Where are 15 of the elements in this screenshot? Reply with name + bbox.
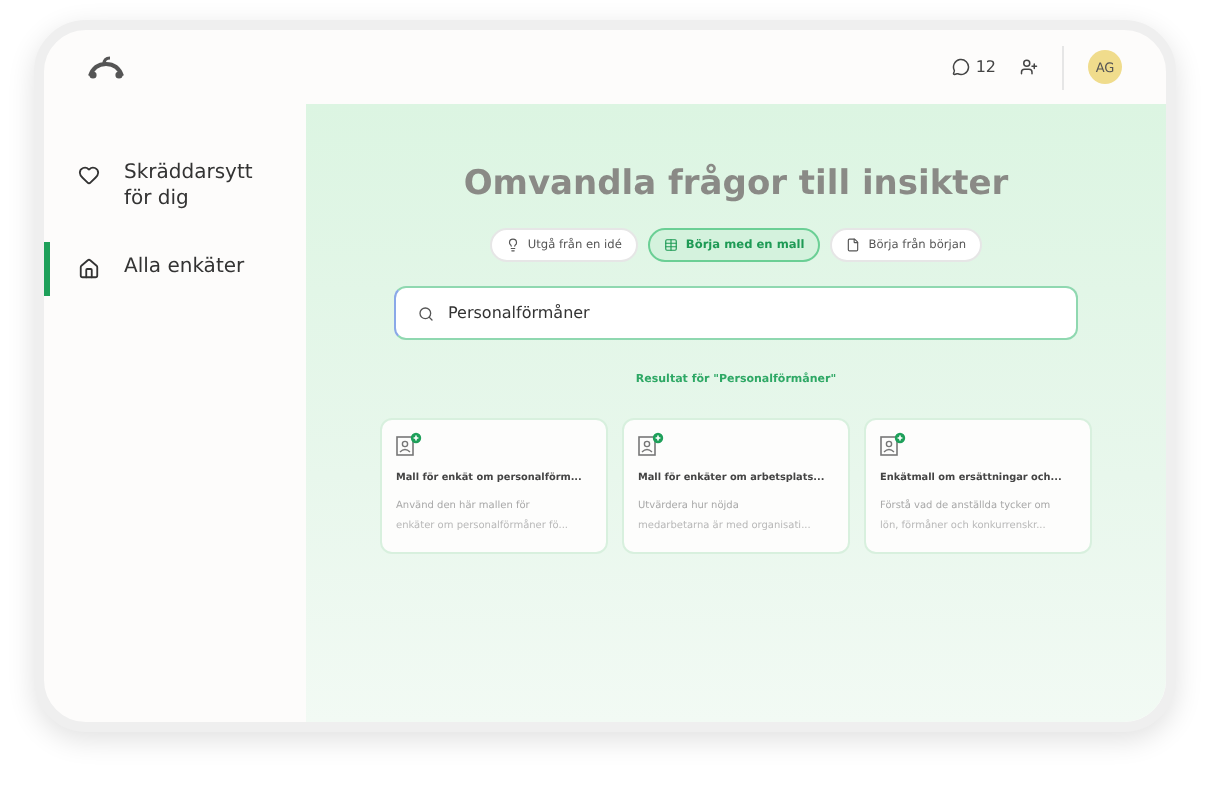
page-title: Omvandla frågor till insikter — [463, 164, 1009, 204]
template-icon — [638, 432, 664, 456]
search-field[interactable]: Personalförmåner — [394, 286, 1078, 340]
lightbulb-icon — [505, 238, 520, 252]
sidebar-item[interactable]: Skräddarsytt för dig — [44, 148, 304, 226]
page-icon — [846, 238, 861, 252]
heart-icon — [78, 164, 100, 186]
add-user-icon[interactable] — [1020, 58, 1038, 76]
comments-button[interactable]: 12 — [951, 58, 996, 76]
logo-icon[interactable] — [88, 55, 124, 79]
table-icon — [663, 238, 678, 252]
search-icon — [418, 305, 434, 321]
home-icon — [78, 258, 100, 280]
template-icon — [880, 432, 906, 456]
template-icon — [396, 432, 422, 456]
